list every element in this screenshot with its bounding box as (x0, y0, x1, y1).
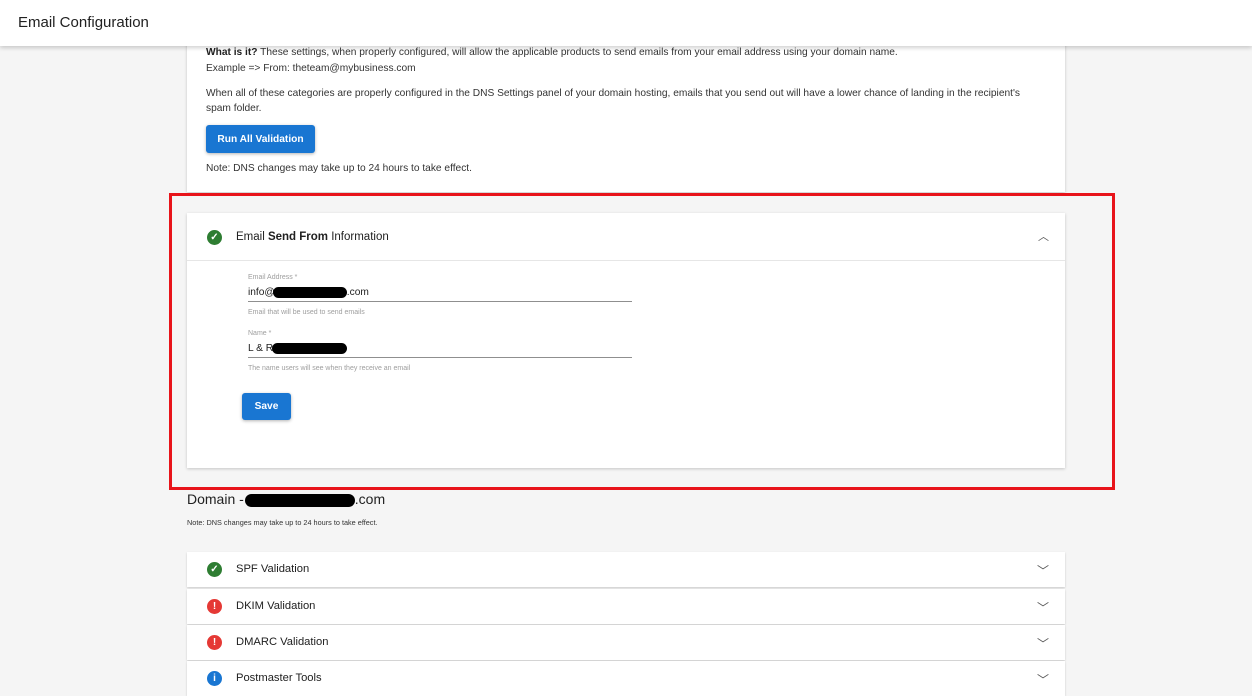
chevron-up-icon[interactable]: ︿ (1038, 228, 1049, 244)
redacted-block (244, 493, 355, 507)
dns-note: Note: DNS changes may take up to 24 hour… (206, 163, 472, 174)
postmaster-tools-row[interactable]: i Postmaster Tools ﹀ (187, 661, 1065, 696)
email-suffix: .com (346, 287, 369, 299)
email-address-help: Email that will be used to send emails (248, 309, 365, 316)
error-circle-icon: ! (207, 635, 222, 650)
intro-paragraph: When all of these categories are properl… (206, 88, 1021, 114)
domain-note: Note: DNS changes may take up to 24 hour… (187, 518, 378, 527)
check-circle-icon: ✓ (207, 562, 222, 577)
run-all-validation-button[interactable]: Run All Validation (206, 125, 315, 153)
dmarc-validation-label: DMARC Validation (236, 636, 329, 648)
info-circle-icon: i (207, 671, 222, 686)
intro-description: What is it? These settings, when properl… (206, 47, 898, 58)
intro-what-text: These settings, when properly configured… (257, 47, 898, 58)
email-prefix: info@ (248, 287, 275, 299)
send-from-title-bold: Send From (267, 231, 329, 243)
name-label: Name * (248, 330, 272, 337)
save-button[interactable]: Save (242, 393, 291, 420)
intro-what-label: What is it? (206, 47, 258, 58)
send-from-title-part1: Email (236, 231, 268, 243)
redacted-block (272, 287, 347, 298)
redacted-block (272, 343, 348, 354)
check-circle-icon: ✓ (207, 230, 222, 245)
intro-card: What is it? These settings, when properl… (187, 30, 1065, 192)
name-field[interactable]: L & R (248, 343, 632, 359)
email-address-field[interactable]: info@ .com (248, 287, 632, 303)
dmarc-validation-row[interactable]: ! DMARC Validation ﹀ (187, 625, 1065, 660)
domain-title-suffix: .com (354, 491, 386, 507)
domain-title-prefix: Domain - (187, 491, 244, 507)
name-prefix: L & R (248, 343, 274, 355)
email-address-label: Email Address * (248, 274, 298, 281)
send-from-title: Email Send From Information (236, 231, 389, 243)
spf-validation-label: SPF Validation (236, 563, 310, 575)
spf-validation-row[interactable]: ✓ SPF Validation ﹀ (187, 552, 1065, 587)
domain-title: Domain - .com (187, 491, 385, 507)
error-circle-icon: ! (207, 599, 222, 614)
dkim-validation-label: DKIM Validation (236, 600, 316, 612)
chevron-down-icon[interactable]: ﹀ (1037, 635, 1049, 652)
send-from-title-part2: Information (328, 231, 389, 243)
send-from-header[interactable]: ✓ Email Send From Information ︿ (187, 213, 1065, 261)
page-title: Email Configuration (18, 14, 149, 31)
send-from-card: ✓ Email Send From Information ︿ Email Ad… (187, 213, 1065, 468)
dkim-validation-row[interactable]: ! DKIM Validation ﹀ (187, 589, 1065, 624)
name-help: The name users will see when they receiv… (248, 365, 411, 372)
top-app-bar: Email Configuration (0, 0, 1252, 46)
chevron-down-icon[interactable]: ﹀ (1037, 562, 1049, 579)
postmaster-tools-label: Postmaster Tools (236, 672, 322, 684)
chevron-down-icon[interactable]: ﹀ (1037, 599, 1049, 616)
intro-example: Example => From: theteam@mybusiness.com (206, 63, 416, 74)
